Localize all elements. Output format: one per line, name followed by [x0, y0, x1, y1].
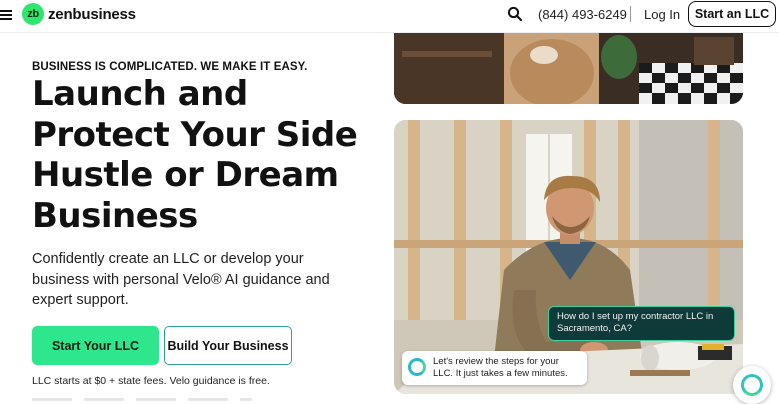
- login-link[interactable]: Log In: [644, 7, 680, 22]
- cafe-scene-illustration: [394, 33, 743, 104]
- hero-image-cafe-owner: [394, 33, 743, 104]
- logo-text[interactable]: zenbusiness: [48, 6, 136, 23]
- pricing-note: LLC starts at $0 + state fees. Velo guid…: [32, 375, 270, 387]
- logo-mark[interactable]: zb: [22, 3, 44, 25]
- below-fold-hint: [32, 398, 252, 401]
- start-your-llc-button[interactable]: Start Your LLC: [32, 326, 159, 365]
- user-chat-message: How do I set up my contractor LLC in Sac…: [548, 306, 735, 341]
- build-your-business-button[interactable]: Build Your Business: [164, 326, 292, 365]
- start-llc-header-button[interactable]: Start an LLC: [688, 1, 776, 27]
- assistant-message-text: Let's review the steps for your LLC. It …: [433, 356, 568, 379]
- hero-headline: Launch and Protect Your Side Hustle or D…: [32, 74, 358, 236]
- assistant-chat-message: Let's review the steps for your LLC. It …: [402, 351, 587, 385]
- hero-subtext: Confidently create an LLC or develop you…: [32, 251, 330, 308]
- site-header: zb zenbusiness (844) 493-6249 Log In Sta…: [0, 0, 779, 33]
- hamburger-menu-icon[interactable]: [0, 8, 14, 22]
- phone-number-link[interactable]: (844) 493-6249: [538, 7, 627, 22]
- velo-chat-launcher-button[interactable]: [733, 366, 771, 404]
- search-icon[interactable]: [506, 5, 524, 23]
- velo-assistant-icon: [408, 358, 426, 376]
- header-divider: [630, 6, 631, 22]
- hero-eyebrow: BUSINESS IS COMPLICATED. WE MAKE IT EASY…: [32, 61, 308, 73]
- velo-ring-icon: [741, 374, 763, 396]
